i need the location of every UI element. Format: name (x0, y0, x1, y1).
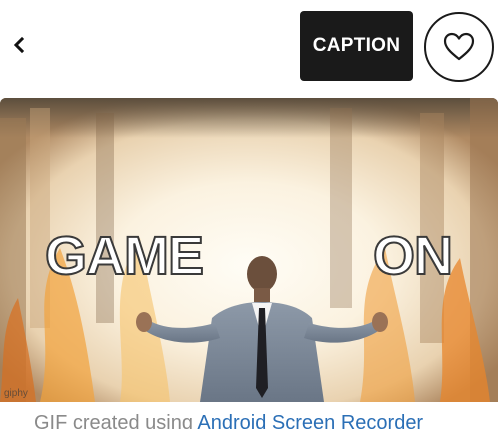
credit-prefix: GIF created using (34, 412, 198, 429)
gif-overlay-game: GAME (45, 226, 203, 286)
back-button[interactable] (2, 28, 36, 62)
favorite-button[interactable] (424, 12, 494, 82)
top-bar: CAPTION (0, 0, 498, 96)
gif-detail-page: CAPTION GAME ON giphy GIF created using … (0, 0, 498, 429)
chevron-left-icon (13, 36, 25, 54)
gif-watermark: giphy (4, 388, 28, 399)
caption-button[interactable]: CAPTION (300, 11, 413, 81)
recorder-link[interactable]: Android Screen Recorder (197, 412, 423, 429)
gif-credit: GIF created using Android Screen Recorde… (34, 412, 423, 429)
gif-overlay-on: ON (373, 226, 452, 286)
heart-outline-icon (443, 32, 475, 61)
gif-image[interactable]: GAME ON giphy (0, 98, 498, 402)
